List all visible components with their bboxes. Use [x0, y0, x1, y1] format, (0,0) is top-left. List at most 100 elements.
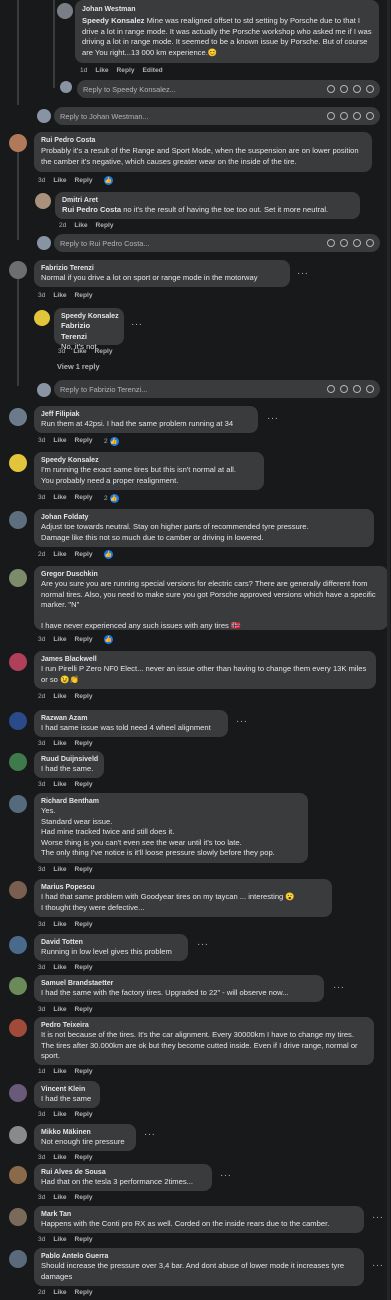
camera-icon[interactable] — [353, 385, 361, 393]
reply-button[interactable]: Reply — [75, 1154, 93, 1161]
avatar[interactable] — [9, 1084, 27, 1102]
avatar[interactable] — [57, 3, 73, 19]
gif-icon[interactable] — [340, 85, 348, 93]
avatar[interactable] — [9, 936, 27, 954]
sticker-icon[interactable] — [366, 239, 374, 247]
scrollbar[interactable] — [387, 0, 390, 1300]
more-options-icon[interactable]: ··· — [236, 717, 248, 727]
comment-author[interactable]: Fabrizio Terenzi — [41, 264, 283, 273]
avatar[interactable] — [9, 511, 27, 529]
avatar[interactable] — [9, 977, 27, 995]
reply-button[interactable]: Reply — [75, 1111, 93, 1118]
more-options-icon[interactable]: ··· — [372, 1261, 384, 1271]
reply-button[interactable]: Reply — [75, 636, 93, 643]
camera-icon[interactable] — [353, 85, 361, 93]
like-button[interactable]: Like — [53, 437, 66, 444]
reply-button[interactable]: Reply — [75, 781, 93, 788]
timestamp[interactable]: 3d — [38, 494, 45, 501]
timestamp[interactable]: 3d — [38, 781, 45, 788]
like-button[interactable]: Like — [53, 551, 66, 558]
timestamp[interactable]: 3d — [38, 921, 45, 928]
timestamp[interactable]: 1d — [80, 67, 87, 74]
more-options-icon[interactable]: ··· — [267, 414, 279, 424]
more-options-icon[interactable]: ··· — [144, 1130, 156, 1140]
comment-author[interactable]: Vincent Klein — [41, 1085, 93, 1094]
like-button[interactable]: Like — [95, 67, 108, 74]
emoji-icon[interactable] — [327, 85, 335, 93]
sticker-icon[interactable] — [366, 112, 374, 120]
reply-button[interactable]: Reply — [75, 292, 93, 299]
reply-input[interactable]: Reply to Speedy Konsalez... — [77, 80, 380, 98]
avatar[interactable] — [9, 569, 27, 587]
like-icon[interactable]: 👍 — [104, 635, 113, 644]
reply-button[interactable]: Reply — [75, 1006, 93, 1013]
emoji-icon[interactable] — [327, 385, 335, 393]
like-button[interactable]: Like — [53, 740, 66, 747]
comment-author[interactable]: Rui Pedro Costa — [41, 136, 365, 145]
avatar[interactable] — [9, 454, 27, 472]
reply-button[interactable]: Reply — [75, 964, 93, 971]
comment-author[interactable]: Mark Tan — [41, 1210, 357, 1219]
avatar[interactable] — [9, 712, 27, 730]
like-button[interactable]: Like — [73, 348, 86, 355]
comment-author[interactable]: Speedy Konsalez — [82, 16, 144, 25]
gif-icon[interactable] — [340, 385, 348, 393]
mention[interactable]: Fabrizio Terenzi — [61, 321, 117, 342]
camera-icon[interactable] — [353, 112, 361, 120]
like-button[interactable]: Like — [53, 636, 66, 643]
like-button[interactable]: Like — [53, 964, 66, 971]
reply-button[interactable]: Reply — [75, 693, 93, 700]
like-button[interactable]: Like — [53, 177, 66, 184]
gif-icon[interactable] — [340, 239, 348, 247]
reply-button[interactable]: Reply — [117, 67, 135, 74]
comment-author[interactable]: Samuel Brandstaetter — [41, 979, 317, 988]
timestamp[interactable]: 3d — [38, 1111, 45, 1118]
comment-author[interactable]: Ruud Duijnsiveld — [41, 755, 98, 764]
avatar[interactable] — [35, 193, 51, 209]
avatar[interactable] — [9, 1019, 27, 1037]
camera-icon[interactable] — [353, 239, 361, 247]
like-button[interactable]: Like — [53, 1006, 66, 1013]
emoji-icon[interactable] — [327, 112, 335, 120]
reply-input[interactable]: Reply to Rui Pedro Costa... — [54, 234, 380, 252]
like-icon[interactable]: 👍 — [104, 550, 113, 559]
avatar[interactable] — [9, 1208, 27, 1226]
avatar[interactable] — [9, 753, 27, 771]
like-button[interactable]: Like — [74, 222, 87, 229]
comment-author[interactable]: David Totten — [41, 938, 181, 947]
timestamp[interactable]: 3d — [38, 292, 45, 299]
like-button[interactable]: Like — [53, 1236, 66, 1243]
comment-author[interactable]: Rui Alves de Sousa — [41, 1168, 205, 1177]
like-button[interactable]: Like — [53, 781, 66, 788]
like-icon[interactable]: 👍 — [104, 176, 113, 185]
reply-button[interactable]: Reply — [75, 1289, 93, 1296]
comment-author[interactable]: Speedy Konsalez — [61, 312, 119, 321]
like-button[interactable]: Like — [53, 1068, 66, 1075]
sticker-icon[interactable] — [366, 85, 374, 93]
comment-author[interactable]: Mikko Mäkinen — [41, 1128, 129, 1137]
reply-button[interactable]: Reply — [75, 494, 93, 501]
like-button[interactable]: Like — [53, 693, 66, 700]
avatar[interactable] — [9, 653, 27, 671]
more-options-icon[interactable]: ··· — [131, 320, 143, 330]
comment-author[interactable]: Gregor Duschkin — [41, 570, 381, 579]
more-options-icon[interactable]: ··· — [372, 1213, 384, 1223]
like-button[interactable]: Like — [53, 292, 66, 299]
more-options-icon[interactable]: ··· — [197, 940, 209, 950]
timestamp[interactable]: 3d — [38, 437, 45, 444]
reply-button[interactable]: Reply — [75, 1236, 93, 1243]
avatar[interactable] — [9, 1126, 27, 1144]
reply-button[interactable]: Reply — [95, 348, 113, 355]
reply-button[interactable]: Reply — [75, 921, 93, 928]
reply-button[interactable]: Reply — [75, 177, 93, 184]
avatar[interactable] — [9, 134, 27, 152]
timestamp[interactable]: 1d — [38, 1068, 45, 1075]
reply-button[interactable]: Reply — [75, 437, 93, 444]
comment-author[interactable]: Jeff Filipiak — [41, 410, 251, 419]
timestamp[interactable]: 3d — [38, 1194, 45, 1201]
comment-author[interactable]: Richard Bentham — [41, 797, 301, 806]
timestamp[interactable]: 3d — [38, 866, 45, 873]
like-button[interactable]: Like — [53, 1154, 66, 1161]
more-options-icon[interactable]: ··· — [297, 269, 309, 279]
timestamp[interactable]: 3d — [38, 1154, 45, 1161]
